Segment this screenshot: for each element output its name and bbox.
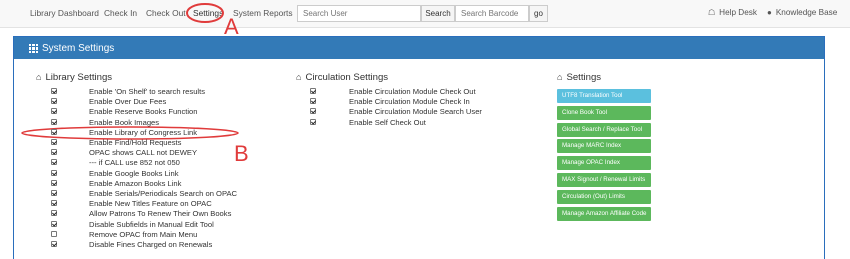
circulation-setting-checkbox[interactable]: [310, 108, 316, 115]
library-settings-heading: ⌂ Library Settings: [36, 72, 112, 83]
circulation-setting-label: Enable Circulation Module Search User: [349, 107, 482, 117]
library-setting-label: Disable Fines Charged on Renewals: [89, 240, 213, 249]
library-setting-checkbox[interactable]: [51, 108, 57, 115]
library-setting-label: OPAC shows CALL not DEWEY: [89, 148, 198, 158]
library-settings-title: Library Settings: [45, 72, 113, 83]
tag-icon: ☖: [708, 8, 716, 17]
apple-icon: ●: [767, 8, 772, 17]
search-barcode-input[interactable]: [455, 5, 529, 22]
help-desk-link[interactable]: ☖ Help Desk: [708, 8, 757, 17]
nav-check-out[interactable]: Check Out: [146, 8, 186, 18]
circulation-setting-label: Enable Circulation Module Check Out: [349, 87, 476, 96]
library-setting-checkbox[interactable]: [51, 210, 57, 217]
go-button[interactable]: go: [529, 5, 548, 22]
library-setting-label: Enable Over Due Fees: [89, 97, 167, 107]
help-desk-label: Help Desk: [719, 8, 757, 17]
home-icon: ⌂: [557, 72, 563, 82]
library-setting-checkbox[interactable]: [51, 230, 57, 237]
library-setting-label: Enable Amazon Books Link: [89, 178, 182, 188]
library-setting-label: Enable Book Images: [89, 117, 160, 127]
library-setting-label: Enable Google Books Link: [89, 168, 179, 178]
settings-tool-button[interactable]: Clone Book Tool: [557, 105, 651, 120]
settings-tool-button[interactable]: MAX Signout / Renewal Limits: [557, 173, 651, 187]
annotation-label-a: A: [224, 14, 239, 39]
settings-tool-button[interactable]: UTF8 Translation Tool: [557, 89, 651, 103]
panel-header: System Settings: [14, 37, 824, 59]
knowledge-base-label: Knowledge Base: [775, 8, 838, 17]
settings-heading: ⌂ Settings: [557, 72, 601, 83]
library-setting-label: Enable New Titles Feature on OPAC: [89, 199, 212, 209]
library-setting-checkbox[interactable]: [51, 128, 57, 135]
library-setting-label: Enable Reserve Books Function: [89, 107, 198, 117]
circulation-setting-checkbox[interactable]: [310, 88, 316, 94]
library-setting-checkbox[interactable]: [51, 241, 57, 247]
library-setting-label: Enable Library of Congress Link: [89, 127, 198, 137]
library-setting-label: Allow Patrons To Renew Their Own Books: [89, 209, 232, 219]
library-setting-checkbox[interactable]: [51, 169, 57, 176]
nav-check-in[interactable]: Check In: [104, 8, 137, 18]
library-setting-label: Enable 'On Shelf' to search results: [89, 87, 206, 96]
settings-tool-button[interactable]: Manage MARC Index: [557, 139, 651, 154]
library-setting-checkbox[interactable]: [51, 118, 57, 125]
settings-tool-button[interactable]: Manage Amazon Affiliate Code: [557, 206, 651, 221]
circulation-setting-checkbox[interactable]: [310, 98, 316, 105]
library-setting-checkbox[interactable]: [51, 179, 57, 186]
nav-settings[interactable]: Settings: [193, 8, 223, 18]
circulation-setting-checkbox[interactable]: [310, 118, 316, 125]
home-icon: ⌂: [296, 72, 302, 82]
library-setting-checkbox[interactable]: [51, 149, 57, 156]
settings-tool-button[interactable]: Manage OPAC Index: [557, 156, 651, 171]
circulation-setting-label: Enable Self Check Out: [349, 117, 426, 127]
settings-tool-button[interactable]: Global Search / Replace Tool: [557, 122, 651, 137]
top-navbar: Library Dashboard Check In Check Out Set…: [0, 0, 850, 28]
library-setting-checkbox[interactable]: [51, 220, 57, 227]
knowledge-base-link[interactable]: ● Knowledge Base: [767, 8, 837, 17]
library-setting-label: Remove OPAC from Main Menu: [89, 229, 198, 239]
library-setting-checkbox[interactable]: [51, 190, 57, 196]
search-user-input[interactable]: [297, 5, 421, 22]
library-setting-label: Disable Subfields in Manual Edit Tool: [89, 219, 214, 229]
circulation-settings-heading: ⌂ Circulation Settings: [296, 72, 388, 83]
library-setting-label: Enable Find/Hold Requests: [89, 138, 182, 147]
circulation-settings-title: Circulation Settings: [305, 72, 389, 83]
home-icon: ⌂: [36, 72, 42, 82]
nav-library-dashboard[interactable]: Library Dashboard: [30, 8, 99, 18]
search-button[interactable]: Search: [421, 5, 455, 22]
library-setting-label: Enable Serials/Periodicals Search on OPA…: [89, 189, 238, 198]
grid-icon: [29, 44, 38, 53]
nav-system-reports[interactable]: System Reports: [233, 8, 293, 18]
library-setting-checkbox[interactable]: [51, 159, 57, 166]
library-setting-checkbox[interactable]: [51, 139, 57, 145]
circulation-setting-label: Enable Circulation Module Check In: [349, 97, 470, 107]
library-setting-label: --- if CALL use 852 not 050: [89, 158, 180, 168]
panel-title: System Settings: [42, 43, 115, 54]
settings-title: Settings: [566, 72, 602, 83]
library-setting-checkbox[interactable]: [51, 200, 57, 207]
library-setting-checkbox[interactable]: [51, 98, 57, 105]
settings-tool-button[interactable]: Circulation (Out) Limits: [557, 189, 651, 204]
library-setting-checkbox[interactable]: [51, 88, 57, 94]
